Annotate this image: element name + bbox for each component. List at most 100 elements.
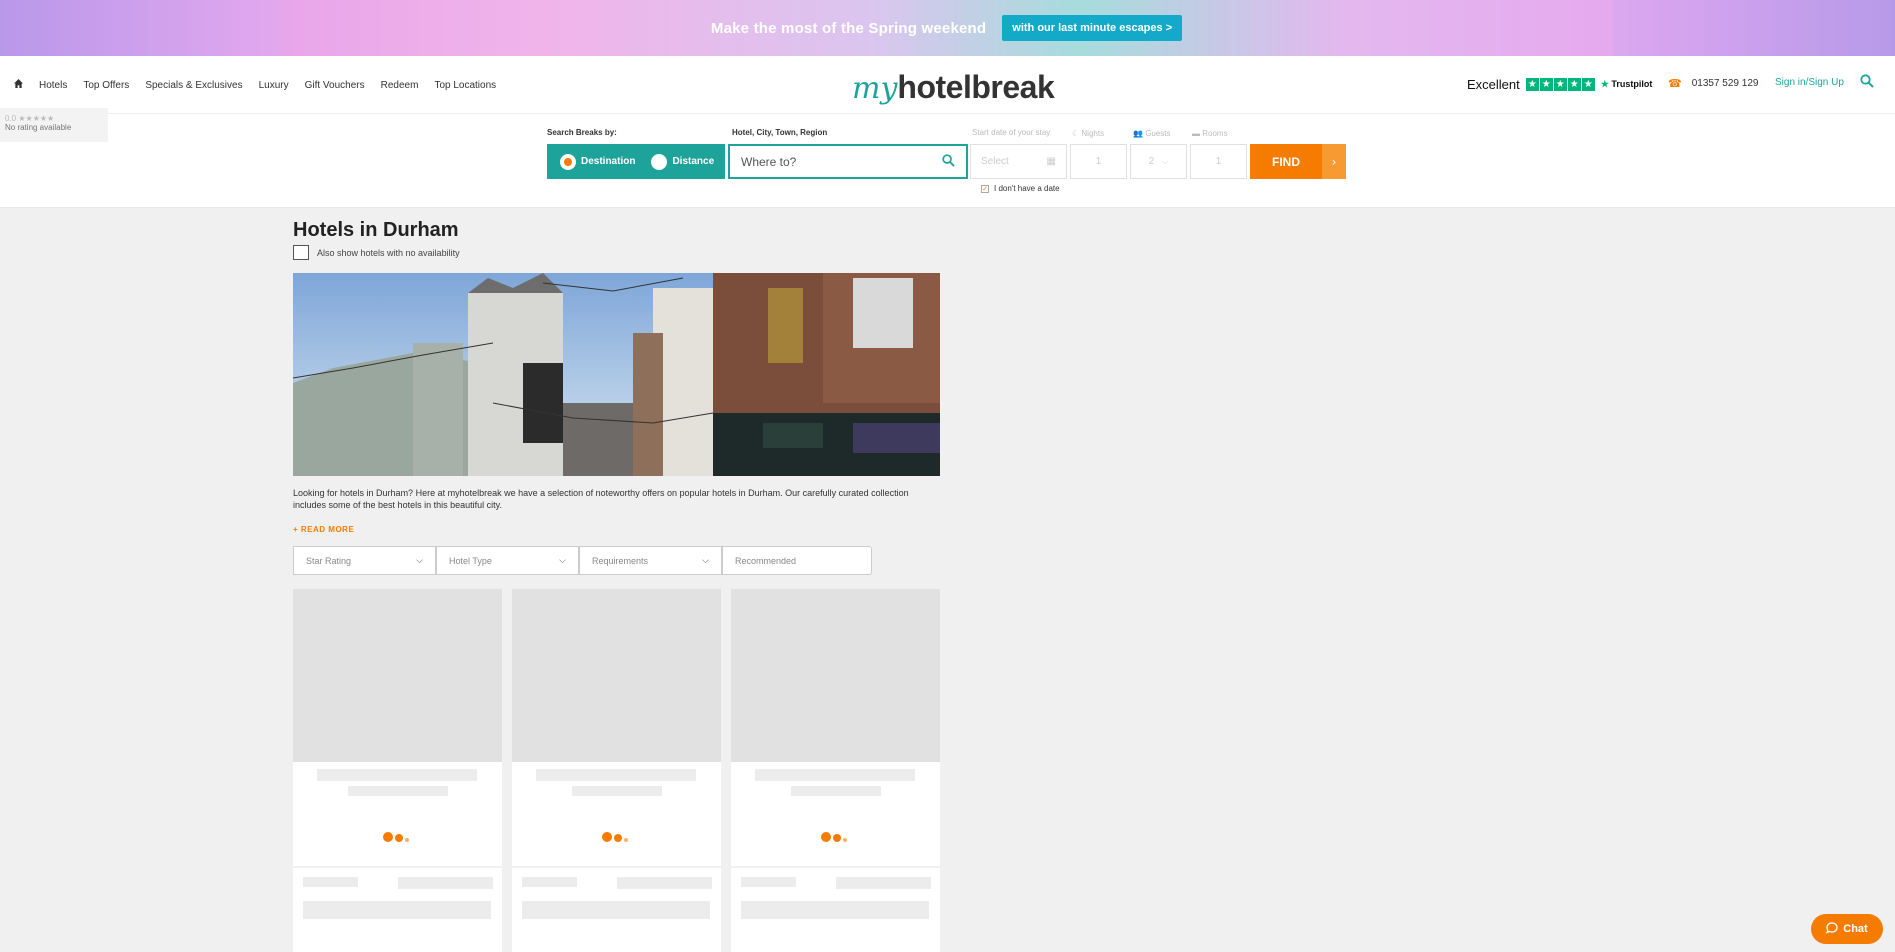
trustpilot-label: Excellent — [1467, 77, 1520, 92]
rooms-label-text: Rooms — [1202, 129, 1228, 138]
find-button[interactable]: FIND — [1250, 144, 1322, 179]
card-image-placeholder — [731, 589, 940, 762]
skeleton-line — [303, 877, 358, 887]
skeleton-line — [617, 877, 712, 889]
search-icon[interactable] — [942, 153, 955, 170]
skeleton-line — [755, 769, 915, 781]
no-date-checkbox[interactable]: ✓ I don't have a date — [981, 184, 1060, 193]
availability-toggle[interactable]: Also show hotels with no availability — [293, 245, 460, 260]
trustpilot-widget[interactable]: Excellent ★ ★ ★ ★ ★ ★ Trustpilot — [1467, 77, 1652, 92]
promo-button[interactable]: with our last minute escapes > — [1002, 15, 1183, 41]
mode-destination[interactable]: Destination — [560, 153, 636, 170]
nav-top-locations[interactable]: Top Locations — [434, 80, 496, 91]
phone-contact[interactable]: ☎ 01357 529 129 — [1668, 77, 1758, 90]
filter-star-rating-label: Star Rating — [306, 555, 352, 566]
card-image-placeholder — [293, 589, 502, 762]
checkbox-icon: ✓ — [981, 184, 989, 193]
nights-label-text: Nights — [1081, 129, 1105, 138]
promo-banner: Make the most of the Spring weekend with… — [0, 0, 1895, 56]
radio-empty-icon — [651, 153, 668, 170]
skeleton-line — [572, 786, 662, 796]
chevron-down-icon: ⌵ — [702, 555, 709, 565]
loading-icon — [383, 832, 409, 842]
phone-number: 01357 529 129 — [1691, 78, 1759, 89]
radio-selected-icon — [560, 153, 576, 170]
guests-label: 👥 Guests — [1133, 129, 1171, 138]
chevron-right-icon[interactable]: › — [1322, 144, 1346, 179]
where-placeholder: Where to? — [741, 154, 797, 169]
no-date-label: I don't have a date — [994, 184, 1060, 193]
phone-icon: ☎ — [1668, 78, 1682, 90]
nav-luxury[interactable]: Luxury — [259, 80, 289, 91]
hotel-card-placeholder — [512, 589, 721, 866]
site-logo[interactable]: my hotelbreak — [852, 62, 1055, 106]
skeleton-line — [536, 769, 696, 781]
date-field[interactable]: Select ▦ — [970, 144, 1067, 179]
nights-label: ☾ Nights — [1072, 129, 1105, 138]
hotel-card-placeholder — [512, 868, 721, 952]
trustpilot-brand-text: Trustpilot — [1611, 79, 1653, 89]
hotel-card-placeholder — [293, 868, 502, 952]
filter-star-rating[interactable]: Star Rating ⌵ — [293, 546, 436, 575]
filter-bar: Star Rating ⌵ Hotel Type ⌵ Requirements … — [293, 546, 872, 575]
skeleton-line — [398, 877, 493, 889]
logo-rest: hotelbreak — [897, 69, 1055, 105]
skeleton-line — [791, 786, 881, 796]
intro-text: Looking for hotels in Durham? Here at my… — [293, 488, 909, 510]
mode-destination-label: Destination — [581, 156, 636, 167]
site-header: Hotels Top Offers Specials & Exclusives … — [0, 56, 1895, 114]
search-by-label: Search Breaks by: — [547, 128, 617, 137]
logo-my: my — [852, 71, 898, 106]
search-icon[interactable] — [1860, 74, 1874, 92]
skeleton-line — [303, 901, 491, 919]
hotel-card-placeholder — [293, 589, 502, 866]
nav-hotels[interactable]: Hotels — [39, 80, 67, 91]
chevron-down-icon: ⌵ — [416, 555, 423, 565]
guests-label-text: Guests — [1145, 129, 1171, 138]
mode-distance[interactable]: Distance — [651, 153, 715, 170]
chat-bubble-icon — [1826, 921, 1838, 937]
guests-field[interactable]: 2 ⌵ — [1130, 144, 1187, 179]
sort-label: Recommended — [735, 555, 797, 566]
nights-value: 1 — [1095, 156, 1102, 167]
availability-label: Also show hotels with no availability — [317, 247, 460, 258]
rating-score: 0.0 ★★★★★ — [5, 114, 55, 123]
promo-banner-inner[interactable]: Make the most of the Spring weekend with… — [280, 0, 1613, 56]
skeleton-line — [522, 877, 577, 887]
signin-link[interactable]: Sign in/Sign Up — [1775, 77, 1844, 88]
skeleton-line — [836, 877, 931, 889]
nav-top-offers[interactable]: Top Offers — [83, 80, 129, 91]
skeleton-line — [348, 786, 448, 796]
read-more-link[interactable]: + READ MORE — [293, 525, 354, 534]
rooms-value: 1 — [1215, 156, 1222, 167]
filter-hotel-type[interactable]: Hotel Type ⌵ — [436, 546, 579, 575]
filter-hotel-type-label: Hotel Type — [449, 555, 492, 566]
loading-icon — [821, 832, 847, 842]
mode-distance-label: Distance — [672, 156, 715, 167]
sort-select[interactable]: Recommended — [722, 546, 872, 575]
page-title: Hotels in Durham — [293, 219, 459, 241]
home-icon[interactable] — [14, 79, 23, 91]
hotel-card-placeholder — [731, 589, 940, 866]
rooms-field[interactable]: 1 — [1190, 144, 1247, 179]
rooms-label: ▬ Rooms — [1192, 129, 1228, 138]
guests-value: 2 — [1148, 156, 1155, 167]
filter-requirements[interactable]: Requirements ⌵ — [579, 546, 722, 575]
chevron-down-icon: ⌵ — [1162, 156, 1169, 166]
skeleton-line — [741, 901, 929, 919]
chat-button[interactable]: Chat — [1811, 914, 1883, 944]
nav-gift-vouchers[interactable]: Gift Vouchers — [305, 80, 365, 91]
hero-image — [293, 273, 940, 476]
nav-specials[interactable]: Specials & Exclusives — [145, 80, 242, 91]
nav-redeem[interactable]: Redeem — [381, 80, 419, 91]
promo-text: Make the most of the Spring weekend — [710, 19, 987, 37]
skeleton-line — [522, 901, 710, 919]
chevron-down-icon: ⌵ — [559, 555, 566, 565]
filter-requirements-label: Requirements — [592, 555, 649, 566]
where-input[interactable]: Where to? — [728, 144, 968, 179]
checkbox-icon[interactable] — [293, 245, 309, 260]
trustpilot-stars-icon: ★ ★ ★ ★ ★ — [1525, 78, 1595, 91]
rating-text: No rating available — [5, 123, 72, 132]
nights-field[interactable]: 1 — [1070, 144, 1127, 179]
where-label: Hotel, City, Town, Region — [732, 128, 828, 137]
